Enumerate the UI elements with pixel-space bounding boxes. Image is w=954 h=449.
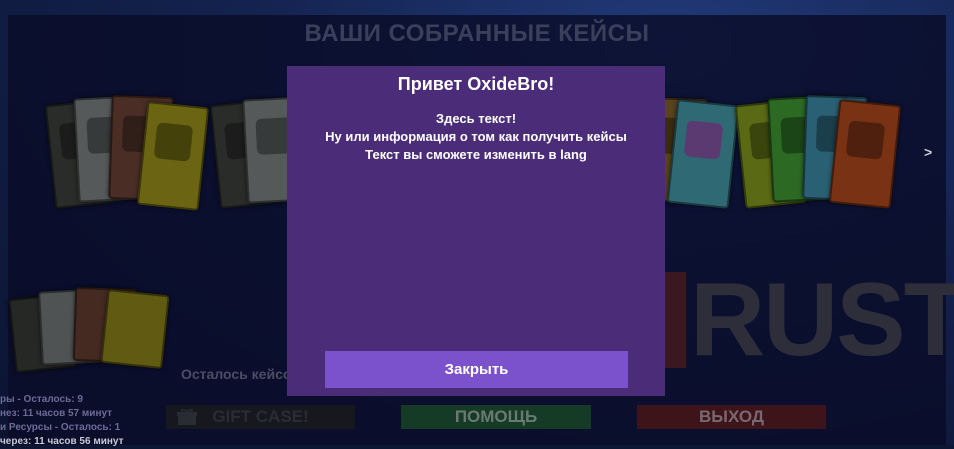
modal-title: Привет OxideBro! (397, 74, 555, 94)
case-group-2[interactable] (209, 96, 310, 220)
case-group-4[interactable] (734, 94, 910, 220)
remaining-cases-label: Осталось кейсо (181, 366, 292, 382)
logo-accent (664, 272, 686, 368)
status-line: и Ресурсы - Осталось: 1 (0, 422, 121, 433)
status-text: ры - Осталось: 9 нез: 11 часов 57 минут … (0, 393, 124, 449)
rust-logo: RUST (690, 262, 954, 378)
modal-line: Здесь текст! (435, 111, 517, 126)
modal-line: Текст вы сможете изменить в lang (365, 147, 587, 162)
case-card (100, 288, 170, 370)
case-card (828, 99, 902, 209)
gift-case-label: GIFT CASE! (212, 407, 309, 426)
item-icon (153, 122, 194, 162)
info-modal: Привет OxideBro! Здесь текст! Ну или инф… (287, 66, 665, 396)
gift-case-button[interactable]: GIFT CASE! (166, 405, 355, 429)
status-line: нез: 11 часов 57 минут (0, 408, 113, 419)
help-button[interactable]: ПОМОЩЬ (401, 405, 591, 429)
case-group-3[interactable] (642, 96, 744, 220)
gift-icon (177, 408, 197, 425)
page-title: ВАШИ СОБРАННЫЕ КЕЙСЫ (304, 20, 650, 47)
case-group-5[interactable] (8, 286, 172, 374)
modal-body: Здесь текст! Ну или информация о том как… (287, 110, 665, 164)
modal-line: Ну или информация о том как получить кей… (325, 129, 627, 144)
case-card (666, 99, 740, 209)
exit-button[interactable]: ВЫХОД (637, 405, 826, 429)
item-icon (845, 120, 886, 160)
status-line: ры - Осталось: 9 (0, 394, 83, 405)
close-button[interactable]: Закрыть (325, 351, 628, 388)
status-line: через: 11 часов 56 минут (0, 436, 124, 447)
case-group-1[interactable] (44, 94, 220, 220)
case-card (136, 101, 210, 211)
next-page-arrow[interactable]: > (924, 144, 932, 160)
item-icon (683, 120, 724, 160)
